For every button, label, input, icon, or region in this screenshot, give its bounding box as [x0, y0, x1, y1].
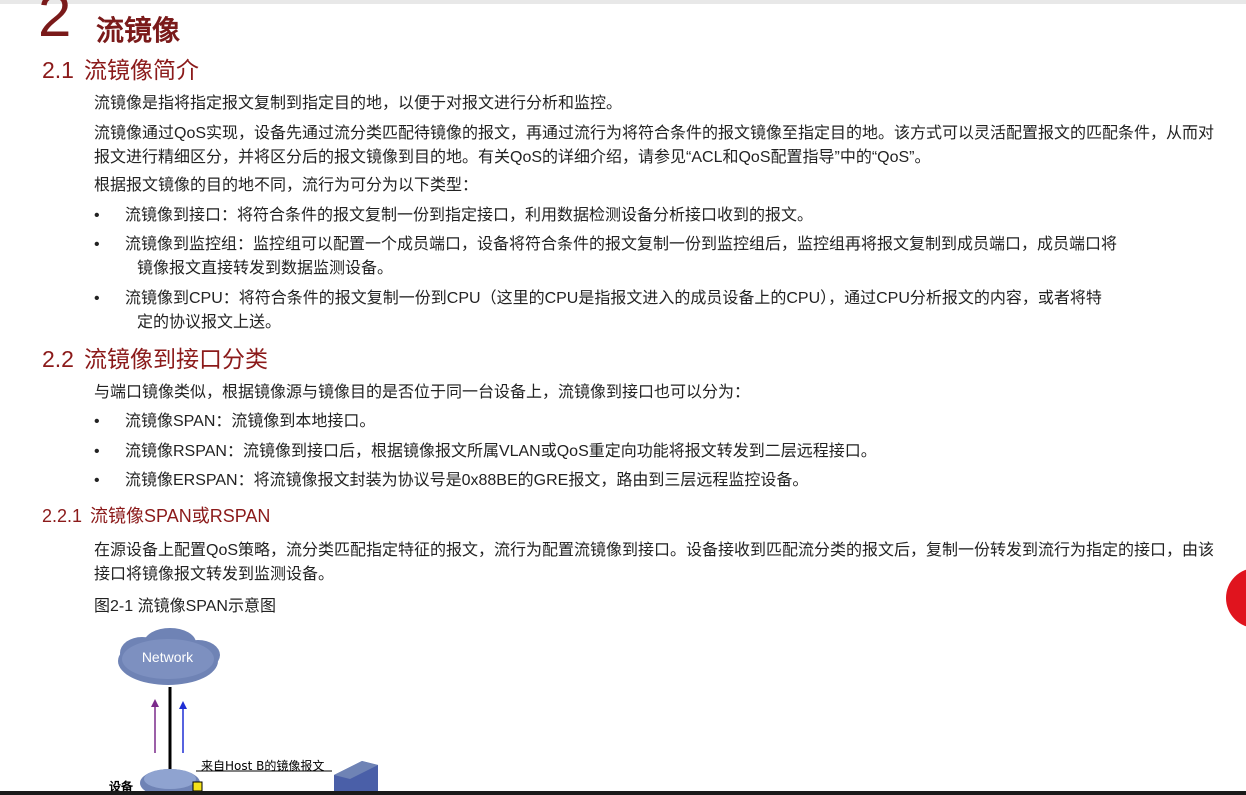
- arrow-up-icon: [179, 701, 187, 753]
- paragraph: 根据报文镜像的目的地不同，流行为可分为以下类型：: [94, 177, 479, 194]
- span-diagram: Network 来自Host B的镜像报文 设备: [100, 625, 400, 795]
- bullet-icon: •: [94, 207, 100, 224]
- section-number: 2.1: [42, 57, 74, 83]
- bullet-icon: •: [94, 290, 100, 307]
- list-item-text: 流镜像SPAN：流镜像到本地接口。: [125, 413, 376, 430]
- monitor-device-icon: [334, 761, 378, 795]
- floating-badge-icon[interactable]: [1226, 568, 1246, 628]
- bullet-icon: •: [94, 443, 100, 460]
- section-heading-2-2-1: 2.2.1 流镜像SPAN或RSPAN: [42, 504, 270, 528]
- network-label: Network: [141, 649, 194, 665]
- list-item-text: 流镜像到CPU：将符合条件的报文复制一份到CPU（这里的CPU是指报文进入的成员…: [125, 290, 1102, 307]
- bullet-icon: •: [94, 413, 100, 430]
- paragraph: 在源设备上配置QoS策略，流分类匹配指定特征的报文，流行为配置流镜像到接口。设备…: [94, 542, 1215, 583]
- list-item-text-cont: 镜像报文直接转发到数据监测设备。: [137, 260, 394, 277]
- section-heading-2-1: 2.1 流镜像简介: [42, 55, 199, 85]
- section-title: 流镜像简介: [83, 57, 199, 83]
- port-icon: [192, 781, 203, 792]
- chapter-title: 流镜像: [96, 15, 181, 46]
- chapter-number: 2: [38, 0, 72, 49]
- figure-caption: 图2-1 流镜像SPAN示意图: [94, 598, 276, 615]
- list-item-text: 流镜像到监控组：监控组可以配置一个成员端口，设备将符合条件的报文复制一份到监控组…: [125, 236, 1118, 253]
- paragraph: 与端口镜像类似，根据镜像源与镜像目的是否位于同一台设备上，流镜像到接口也可以分为…: [94, 384, 751, 401]
- bottom-edge: [0, 791, 1246, 795]
- paragraph: 流镜像通过QoS实现，设备先通过流分类匹配待镜像的报文，再通过流行为将符合条件的…: [94, 125, 1215, 166]
- list-item-text: 流镜像RSPAN：流镜像到接口后，根据镜像报文所属VLAN或QoS重定向功能将报…: [125, 443, 877, 460]
- mirror-label: 来自Host B的镜像报文: [201, 759, 325, 773]
- list-item-text: 流镜像ERSPAN：将流镜像报文封装为协议号是0x88BE的GRE报文，路由到三…: [125, 472, 809, 489]
- list-item-text-cont: 定的协议报文上送。: [137, 314, 282, 331]
- section-heading-2-2: 2.2 流镜像到接口分类: [42, 344, 268, 374]
- bullet-icon: •: [94, 472, 100, 489]
- section-number: 2.2: [42, 346, 74, 372]
- section-title: 流镜像SPAN或RSPAN: [90, 506, 271, 526]
- paragraph: 流镜像是指将指定报文复制到指定目的地，以便于对报文进行分析和监控。: [94, 95, 623, 112]
- list-item-text: 流镜像到接口：将符合条件的报文复制一份到指定接口，利用数据检测设备分析接口收到的…: [125, 207, 814, 224]
- section-title: 流镜像到接口分类: [83, 346, 268, 372]
- arrow-up-icon: [151, 699, 159, 753]
- section-number: 2.2.1: [42, 506, 83, 526]
- document-page: 2 流镜像 2.1 流镜像简介 流镜像是指将指定报文复制到指定目的地，以便于对报文…: [0, 0, 1246, 795]
- bullet-icon: •: [94, 236, 100, 253]
